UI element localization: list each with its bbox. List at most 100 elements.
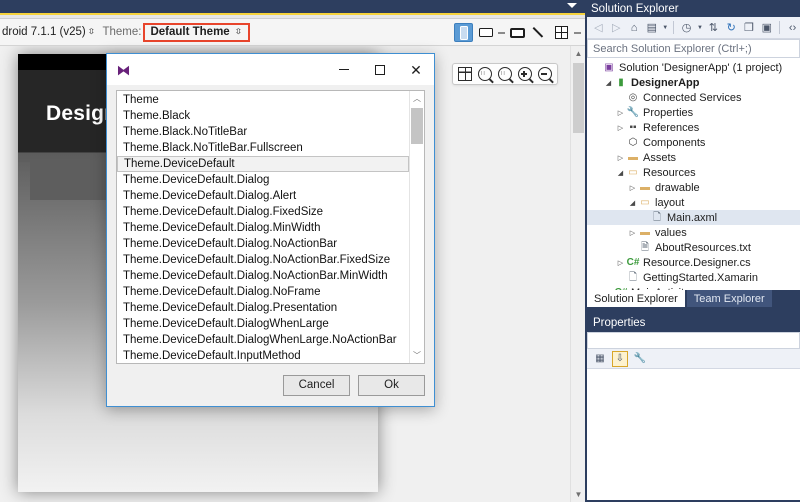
collapsed-chevron-icon[interactable]: ▷ [627,229,638,237]
theme-brush-button[interactable] [530,23,549,42]
theme-listbox[interactable]: Theme Theme.Black Theme.Black.NoTitleBar Th… [116,90,425,364]
sync-with-active-document-icon[interactable]: ⇅ [706,20,721,35]
dialog-maximize-button[interactable] [362,54,398,85]
theme-list-item[interactable]: Theme.DeviceDefault.DialogWhenLarge [117,316,409,332]
zoom-fit-icon[interactable]: ∷ [478,67,492,81]
grid-layout-button[interactable] [552,23,571,42]
zoom-out-icon[interactable] [538,67,552,81]
canvas-vertical-scrollbar[interactable]: ▲ ▼ [570,46,585,502]
designer-toolbar: droid 7.1.1 (v25) ⇳ Theme: Default Theme… [0,19,585,46]
collapsed-chevron-icon[interactable]: ▷ [615,259,626,267]
list-scroll-up-icon[interactable]: ︿ [410,91,424,106]
theme-list-item[interactable]: Theme [117,92,409,108]
canvas-scroll-up-icon[interactable]: ▲ [571,46,585,61]
theme-list-item[interactable]: Theme.DeviceDefault.Dialog.NoActionBar.F… [117,252,409,268]
theme-list-item[interactable]: Theme.DeviceDefault.Dialog.NoActionBar.M… [117,268,409,284]
device-selector-label[interactable]: droid 7.1.1 (v25) [2,26,86,38]
zoom-in-icon[interactable] [518,67,532,81]
home-icon[interactable]: ⌂ [627,20,642,35]
tree-item-values[interactable]: ▷ ▬ values [587,225,800,240]
toolbar-separator [498,31,505,34]
theme-list-item[interactable]: Theme.DeviceDefault.DialogWhenLarge.NoAc… [117,332,409,348]
tree-item-layout[interactable]: ◢ ▭ layout [587,195,800,210]
theme-list-item[interactable]: Theme.DeviceDefault.Dialog.NoActionBar [117,236,409,252]
collapsed-chevron-icon[interactable]: ▷ [615,154,626,162]
expanded-chevron-icon[interactable]: ◢ [627,199,638,207]
categorized-view-icon[interactable]: ▦ [592,351,608,367]
tree-item-assets[interactable]: ▷ ▬ Assets [587,150,800,165]
theme-selector-value: Default Theme [150,25,230,38]
tab-list-dropdown-icon[interactable] [567,3,577,8]
phone-landscape-icon [478,28,493,37]
tree-item-drawable[interactable]: ▷ ▬ drawable [587,180,800,195]
forward-icon[interactable]: ▷ [609,20,624,35]
theme-list-item[interactable]: Theme.DeviceDefault [117,156,409,172]
tree-item-label: Assets [643,151,677,164]
cancel-button[interactable]: Cancel [283,374,350,396]
expanded-chevron-icon[interactable]: ◢ [615,169,626,177]
theme-list-item[interactable]: Theme.DeviceDefault.Dialog.MinWidth [117,220,409,236]
zoom-actual-icon[interactable]: ∷ [498,67,512,81]
portrait-view-button[interactable] [454,23,473,42]
solution-explorer-toolbar: ◁ ▷ ⌂ ▤ ▼ ◷ ▼ ⇅ ↻ ❐ ▣ ‹› [587,17,800,39]
right-panel-tabs: Solution Explorer Team Explorer [587,290,800,307]
chevron-down-icon[interactable]: ▼ [662,25,668,31]
tree-item-gettingstarted-xamarin[interactable]: 🗋 GettingStarted.Xamarin [587,270,800,285]
theme-list-scrollbar[interactable]: ︿ ﹀ [409,91,424,363]
collapsed-chevron-icon[interactable]: ▷ [615,124,626,132]
canvas-scroll-thumb[interactable] [573,63,584,133]
tree-item-connected-services[interactable]: ◎ Connected Services [587,90,800,105]
device-spinner-icon[interactable]: ⇳ [87,28,95,36]
dialog-minimize-button[interactable] [326,54,362,85]
theme-list-item[interactable]: Theme.DeviceDefault.Dialog.Presentation [117,300,409,316]
tree-item-resources[interactable]: ◢ ▭ Resources [587,165,800,180]
refresh-icon[interactable]: ↻ [724,20,739,35]
show-all-files-icon[interactable]: ◷ [679,20,694,35]
dialog-titlebar[interactable]: ⧓ ✕ [107,54,434,85]
pending-changes-icon[interactable]: ▤ [644,20,659,35]
search-solution-explorer-input[interactable]: Search Solution Explorer (Ctrl+;) [587,39,800,58]
collapsed-chevron-icon[interactable]: ▷ [627,184,638,192]
tree-item-main-axml[interactable]: 🗋 Main.axml [587,210,800,225]
alphabetical-sort-icon[interactable]: ⇩ [612,350,628,367]
code-view-icon[interactable]: ‹› [785,20,800,35]
file-icon: 🗋 [628,271,638,283]
canvas-scroll-down-icon[interactable]: ▼ [571,487,585,502]
collapsed-chevron-icon[interactable]: ▷ [615,109,626,117]
theme-list-item[interactable]: Theme.DeviceDefault.InputMethod [117,348,409,363]
list-scroll-thumb[interactable] [411,108,423,144]
theme-list-item[interactable]: Theme.Black.NoTitleBar [117,124,409,140]
theme-list-item[interactable]: Theme.DeviceDefault.Dialog.FixedSize [117,204,409,220]
landscape-view-button[interactable] [476,23,495,42]
theme-list-item[interactable]: Theme.DeviceDefault.Dialog.NoFrame [117,284,409,300]
tree-item-designerapp[interactable]: ◢ ▮ DesignerApp [587,75,800,90]
property-pages-icon[interactable]: 🔧 [632,351,648,367]
tree-item-solution-designerapp-1-project[interactable]: ▣ Solution 'DesignerApp' (1 project) [587,60,800,75]
tree-item-properties[interactable]: ▷ 🔧 Properties [587,105,800,120]
properties-window-icon[interactable]: ▣ [759,20,774,35]
list-scroll-down-icon[interactable]: ﹀ [410,348,424,363]
grid-icon [555,26,568,39]
theme-list-item[interactable]: Theme.DeviceDefault.Dialog [117,172,409,188]
tab-solution-explorer[interactable]: Solution Explorer [587,290,685,307]
chevron-down-icon-2[interactable]: ▼ [697,25,703,31]
properties-object-selector[interactable] [587,332,800,349]
tree-item-components[interactable]: ⬡ Components [587,135,800,150]
tab-team-explorer[interactable]: Team Explorer [686,290,772,307]
tree-item-resource-designer-cs[interactable]: ▷ C# Resource.Designer.cs [587,255,800,270]
collapse-all-icon[interactable]: ❐ [742,20,757,35]
tree-item-aboutresources-txt[interactable]: 🗎 AboutResources.txt [587,240,800,255]
theme-list-item[interactable]: Theme.Black [117,108,409,124]
solution-tree: ▣ Solution 'DesignerApp' (1 project) ◢ ▮ Des… [587,58,800,290]
expanded-chevron-icon[interactable]: ◢ [603,79,614,87]
fit-window-icon[interactable] [458,67,472,81]
dialog-close-button[interactable]: ✕ [398,54,434,85]
back-icon[interactable]: ◁ [591,20,606,35]
tablet-view-button[interactable] [508,23,527,42]
properties-grid[interactable] [587,369,800,500]
theme-list-item[interactable]: Theme.Black.NoTitleBar.Fullscreen [117,140,409,156]
theme-list-item[interactable]: Theme.DeviceDefault.Dialog.Alert [117,188,409,204]
tree-item-references[interactable]: ▷ ▪▪ References [587,120,800,135]
theme-selector[interactable]: Default Theme ⇳ [143,22,251,42]
ok-button[interactable]: Ok [358,374,425,396]
